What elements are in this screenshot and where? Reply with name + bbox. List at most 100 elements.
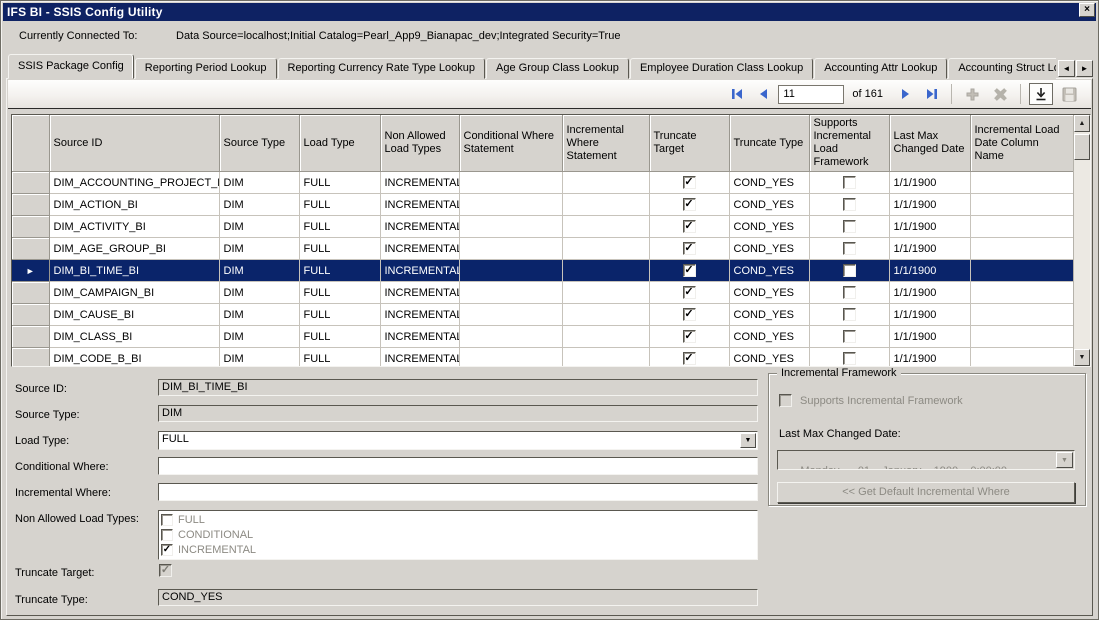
- row-selector[interactable]: [12, 216, 49, 238]
- cell-last-max-changed-date[interactable]: 1/1/1900: [889, 172, 970, 194]
- cell-incremental-where[interactable]: [562, 260, 649, 282]
- cell-truncate-target[interactable]: ✓: [649, 260, 729, 282]
- cell-truncate-target[interactable]: ✓: [649, 326, 729, 348]
- table-row[interactable]: ►DIM_BI_TIME_BIDIMFULLINCREMENTAL✓COND_Y…: [12, 260, 1075, 282]
- truncate-target-checkbox[interactable]: ✓: [159, 564, 172, 577]
- cell-supports-incremental[interactable]: [809, 304, 889, 326]
- cell-load-type[interactable]: FULL: [299, 260, 380, 282]
- tab-accounting-struct-lookup[interactable]: Accounting Struct Lookup: [948, 58, 1056, 79]
- unchecked-checkbox[interactable]: [843, 264, 856, 277]
- row-selector[interactable]: [12, 348, 49, 368]
- unchecked-checkbox[interactable]: [843, 242, 856, 255]
- cell-incremental-load-date-column[interactable]: [970, 348, 1075, 368]
- tab-reporting-currency-rate-type-lookup[interactable]: Reporting Currency Rate Type Lookup: [278, 58, 486, 79]
- cell-truncate-target[interactable]: ✓: [649, 238, 729, 260]
- cell-load-type[interactable]: FULL: [299, 172, 380, 194]
- cell-source-id[interactable]: DIM_CLASS_BI: [49, 326, 219, 348]
- tab-scroll-left-icon[interactable]: ◄: [1058, 60, 1075, 77]
- checked-checkbox[interactable]: ✓: [683, 242, 696, 255]
- cell-source-type[interactable]: DIM: [219, 194, 299, 216]
- cell-truncate-target[interactable]: ✓: [649, 282, 729, 304]
- cell-non-allowed-load-types[interactable]: INCREMENTAL: [380, 172, 459, 194]
- close-icon[interactable]: ×: [1079, 3, 1095, 17]
- cell-source-type[interactable]: DIM: [219, 304, 299, 326]
- col-header[interactable]: Incremental Load Date Column Name: [970, 115, 1075, 172]
- cell-truncate-type[interactable]: COND_YES: [729, 194, 809, 216]
- cell-load-type[interactable]: FULL: [299, 304, 380, 326]
- cell-truncate-type[interactable]: COND_YES: [729, 172, 809, 194]
- unchecked-checkbox[interactable]: [161, 529, 173, 541]
- list-item-incremental[interactable]: ✓INCREMENTAL: [161, 542, 755, 557]
- unchecked-checkbox[interactable]: [843, 308, 856, 321]
- table-row[interactable]: DIM_ACCOUNTING_PROJECT_BIDIMFULLINCREMEN…: [12, 172, 1075, 194]
- cell-truncate-type[interactable]: COND_YES: [729, 238, 809, 260]
- col-header[interactable]: Incremental Where Statement: [562, 115, 649, 172]
- cell-incremental-load-date-column[interactable]: [970, 282, 1075, 304]
- cell-source-type[interactable]: DIM: [219, 348, 299, 368]
- cell-incremental-load-date-column[interactable]: [970, 326, 1075, 348]
- cell-truncate-type[interactable]: COND_YES: [729, 282, 809, 304]
- checked-checkbox[interactable]: ✓: [683, 220, 696, 233]
- checked-checkbox[interactable]: ✓: [683, 352, 696, 365]
- cell-non-allowed-load-types[interactable]: INCREMENTAL: [380, 282, 459, 304]
- table-row[interactable]: DIM_CAMPAIGN_BIDIMFULLINCREMENTAL✓COND_Y…: [12, 282, 1075, 304]
- cell-non-allowed-load-types[interactable]: INCREMENTAL: [380, 260, 459, 282]
- cell-supports-incremental[interactable]: [809, 282, 889, 304]
- cell-incremental-load-date-column[interactable]: [970, 304, 1075, 326]
- cell-source-type[interactable]: DIM: [219, 326, 299, 348]
- cell-conditional-where[interactable]: [459, 260, 562, 282]
- tab-age-group-class-lookup[interactable]: Age Group Class Lookup: [486, 58, 629, 79]
- cell-truncate-type[interactable]: COND_YES: [729, 216, 809, 238]
- scroll-up-icon[interactable]: ▲: [1074, 115, 1090, 132]
- incremental-where-input[interactable]: [158, 483, 758, 501]
- cell-truncate-type[interactable]: COND_YES: [729, 304, 809, 326]
- unchecked-checkbox[interactable]: [843, 352, 856, 365]
- col-header[interactable]: Truncate Type: [729, 115, 809, 172]
- cell-incremental-load-date-column[interactable]: [970, 172, 1075, 194]
- cell-source-id[interactable]: DIM_ACCOUNTING_PROJECT_BI: [49, 172, 219, 194]
- checked-checkbox[interactable]: ✓: [683, 198, 696, 211]
- cell-incremental-load-date-column[interactable]: [970, 260, 1075, 282]
- cell-conditional-where[interactable]: [459, 348, 562, 368]
- table-row[interactable]: DIM_ACTION_BIDIMFULLINCREMENTAL ✓ COND_YES…: [12, 194, 1075, 216]
- save-icon[interactable]: [1057, 83, 1081, 105]
- cell-source-id[interactable]: DIM_CAMPAIGN_BI: [49, 282, 219, 304]
- cell-incremental-where[interactable]: [562, 348, 649, 368]
- checked-checkbox[interactable]: ✓: [683, 330, 696, 343]
- add-record-icon[interactable]: [960, 83, 984, 105]
- cell-truncate-type[interactable]: COND_YES: [729, 326, 809, 348]
- cell-non-allowed-load-types[interactable]: INCREMENTAL: [380, 348, 459, 368]
- cell-conditional-where[interactable]: [459, 238, 562, 260]
- row-selector[interactable]: [12, 172, 49, 194]
- cell-last-max-changed-date[interactable]: 1/1/1900: [889, 326, 970, 348]
- list-item-full[interactable]: FULL: [161, 512, 755, 527]
- checked-checkbox[interactable]: ✓: [683, 308, 696, 321]
- cell-last-max-changed-date[interactable]: 1/1/1900: [889, 348, 970, 368]
- col-header[interactable]: Source ID: [49, 115, 219, 172]
- cell-source-type[interactable]: DIM: [219, 172, 299, 194]
- cell-last-max-changed-date[interactable]: 1/1/1900: [889, 216, 970, 238]
- col-header[interactable]: Conditional Where Statement: [459, 115, 562, 172]
- cell-supports-incremental[interactable]: [809, 238, 889, 260]
- cell-incremental-load-date-column[interactable]: [970, 216, 1075, 238]
- cell-incremental-load-date-column[interactable]: [970, 194, 1075, 216]
- row-selector[interactable]: [12, 282, 49, 304]
- cell-source-id[interactable]: DIM_ACTION_BI: [49, 194, 219, 216]
- cell-supports-incremental[interactable]: [809, 172, 889, 194]
- cell-non-allowed-load-types[interactable]: INCREMENTAL: [380, 326, 459, 348]
- cell-incremental-where[interactable]: [562, 304, 649, 326]
- cell-incremental-where[interactable]: [562, 172, 649, 194]
- cell-incremental-where[interactable]: [562, 216, 649, 238]
- cell-last-max-changed-date[interactable]: 1/1/1900: [889, 304, 970, 326]
- row-selector[interactable]: [12, 194, 49, 216]
- scrollbar-thumb[interactable]: [1074, 134, 1090, 160]
- cell-load-type[interactable]: FULL: [299, 194, 380, 216]
- tab-accounting-attr-lookup[interactable]: Accounting Attr Lookup: [814, 58, 947, 79]
- col-header[interactable]: Load Type: [299, 115, 380, 172]
- cell-truncate-target[interactable]: ✓: [649, 194, 729, 216]
- unchecked-checkbox[interactable]: [161, 514, 173, 526]
- checked-checkbox[interactable]: ✓: [683, 176, 696, 189]
- cell-non-allowed-load-types[interactable]: INCREMENTAL: [380, 194, 459, 216]
- tab-reporting-period-lookup[interactable]: Reporting Period Lookup: [135, 58, 277, 79]
- unchecked-checkbox[interactable]: [843, 286, 856, 299]
